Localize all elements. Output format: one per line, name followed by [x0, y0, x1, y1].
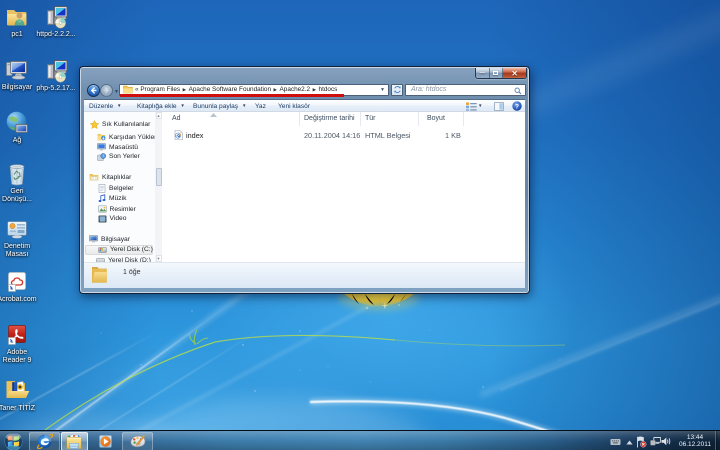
svg-text:?: ?	[515, 103, 519, 110]
